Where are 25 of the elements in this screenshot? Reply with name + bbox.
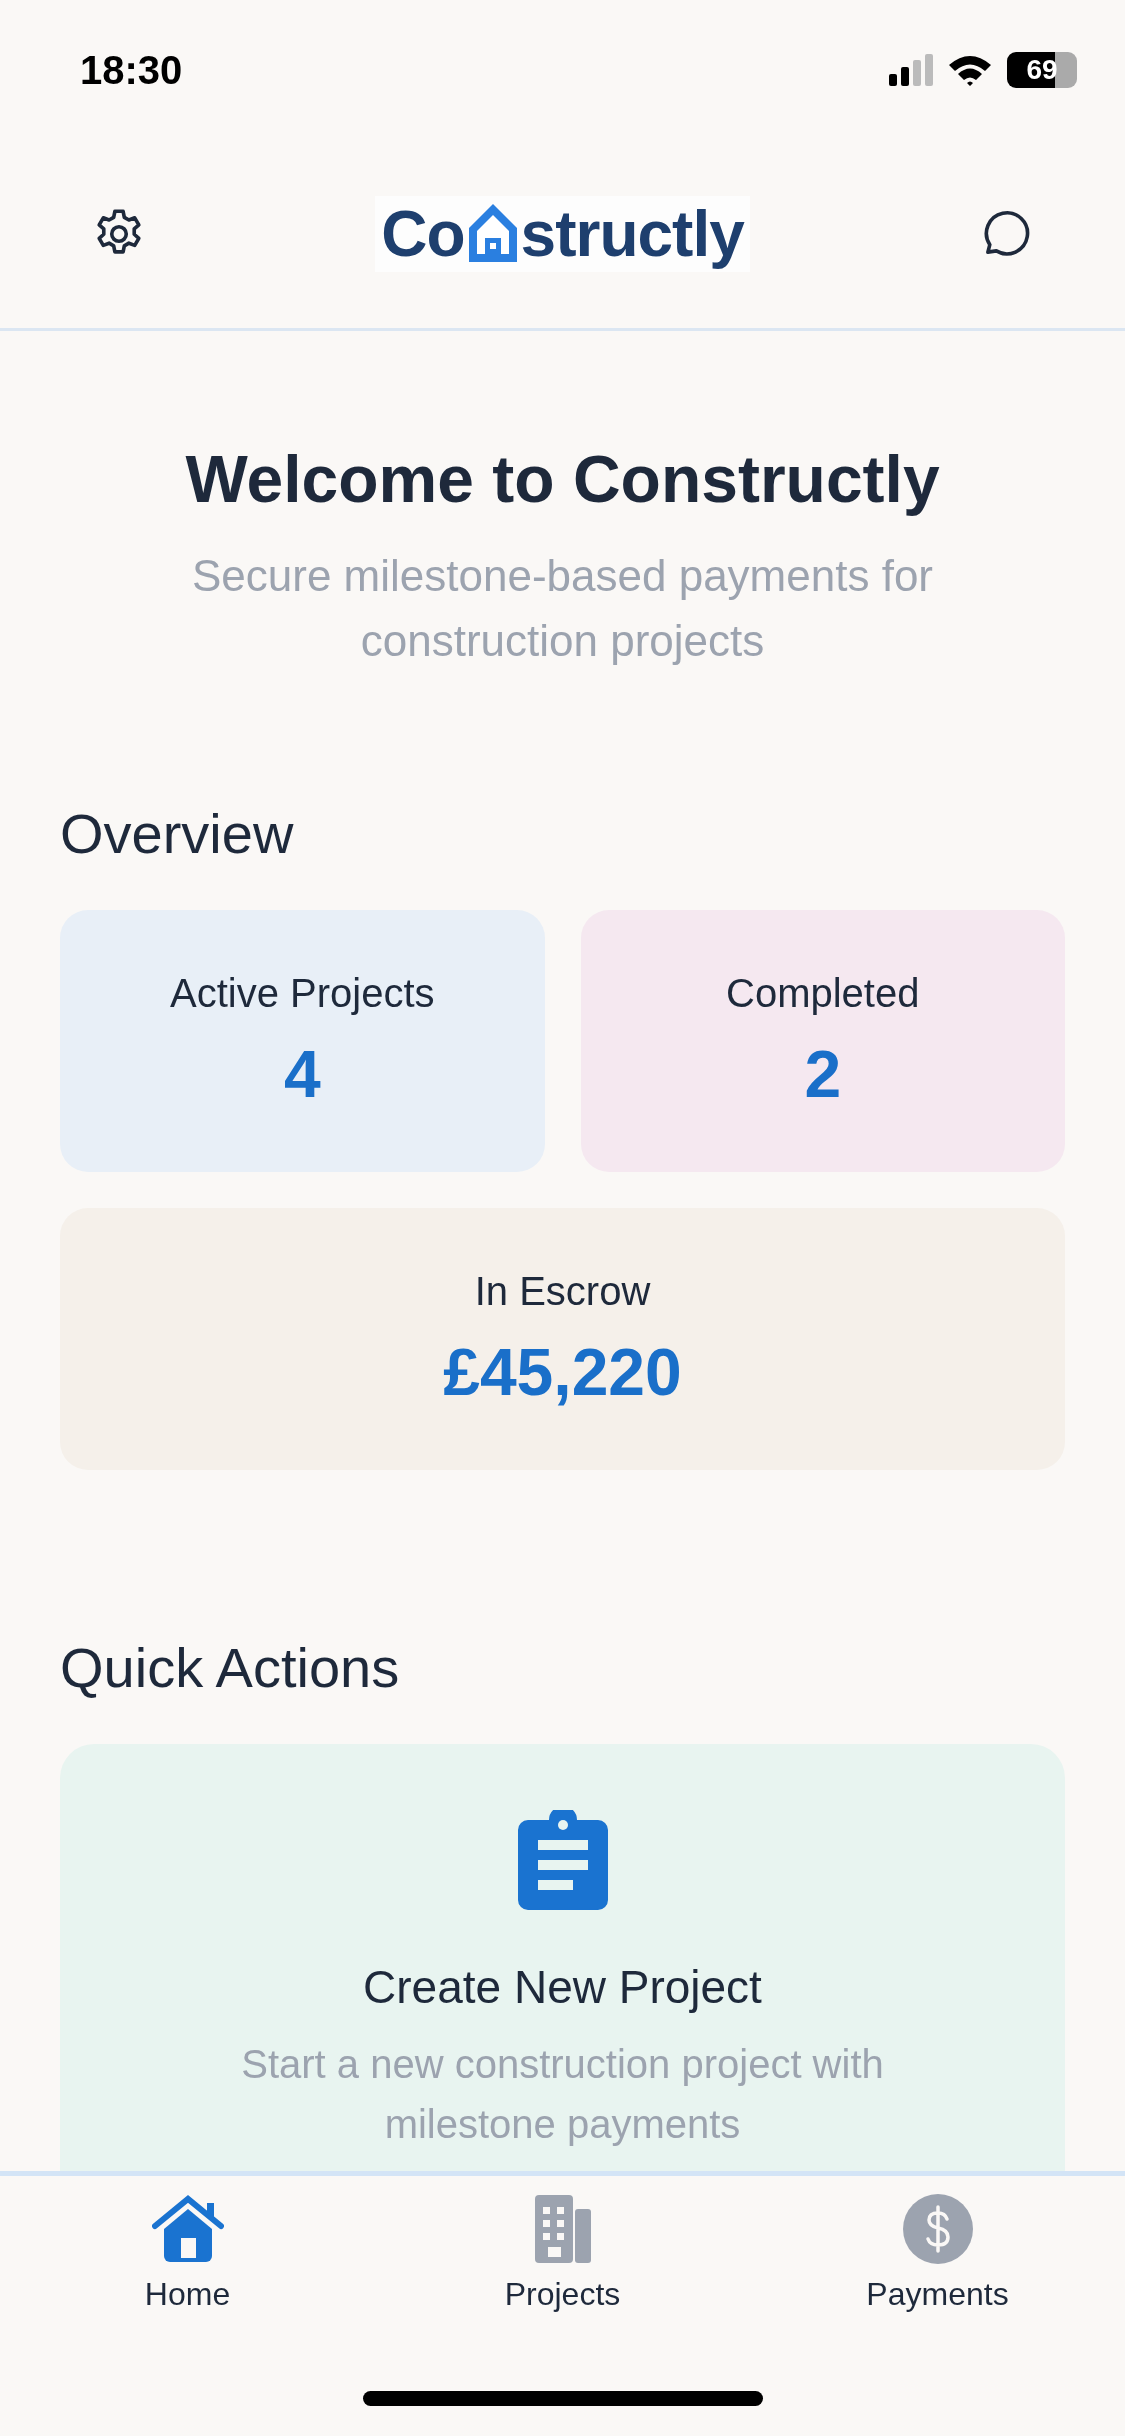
section-heading: Quick Actions bbox=[60, 1635, 401, 1700]
tab-item[interactable]: Home bbox=[67, 2194, 308, 2341]
wifi-icon bbox=[947, 53, 993, 87]
tab-item[interactable]: Payments bbox=[817, 2194, 1058, 2341]
status-time: 18:30 bbox=[80, 47, 183, 93]
stat-value: 2 bbox=[804, 1035, 842, 1112]
logo: Co structly bbox=[375, 196, 750, 272]
clipboard-icon bbox=[516, 1810, 609, 1910]
stat-value: 4 bbox=[283, 1035, 321, 1112]
welcome-title: Welcome to Constructly bbox=[184, 441, 941, 517]
welcome-subtitle: Secure milestone-based payments for construction projects bbox=[190, 550, 934, 667]
stat-value: £45,220 bbox=[443, 1333, 682, 1410]
action-description: Start a new construction project with milestone payments bbox=[240, 2041, 885, 2148]
building-icon bbox=[534, 2194, 591, 2264]
action-title: Create New Project bbox=[363, 1960, 762, 2014]
stat-label: Active Projects bbox=[170, 970, 435, 1016]
dollar-icon bbox=[902, 2194, 973, 2264]
stat-label: In Escrow bbox=[474, 1268, 651, 1314]
stat-label: Completed bbox=[726, 970, 920, 1016]
home-icon bbox=[151, 2194, 224, 2264]
section-heading: Overview bbox=[60, 801, 295, 866]
action-card[interactable]: Create New Project Start a new construction project with milestone payments bbox=[60, 1744, 1065, 2171]
tab-item[interactable]: Projects bbox=[442, 2194, 683, 2341]
signal-icon bbox=[889, 54, 933, 86]
house-icon bbox=[466, 202, 519, 264]
